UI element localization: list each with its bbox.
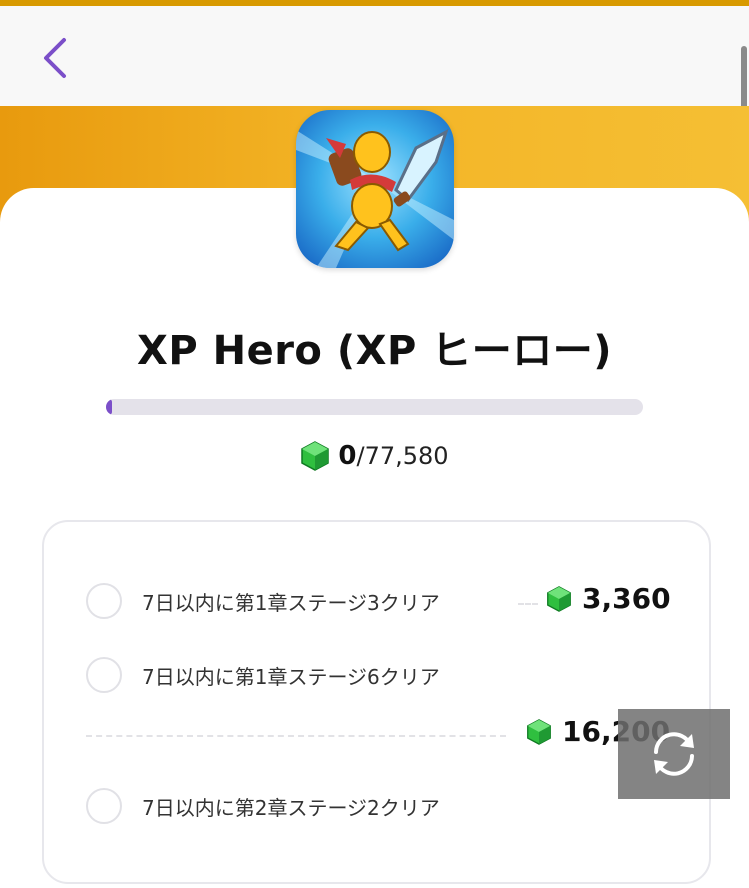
divider	[86, 735, 506, 737]
chevron-left-icon	[44, 38, 66, 78]
app-title: XP Hero (XP ヒーロー)	[137, 328, 612, 374]
gem-current: 0	[338, 441, 357, 471]
task-label: 7日以内に第2章ステージ2クリア	[142, 795, 440, 820]
task-item[interactable]: 7日以内に第1章ステージ6クリア	[86, 657, 440, 693]
progress-bar	[106, 399, 643, 415]
task-item[interactable]: 7日以内に第2章ステージ2クリア	[86, 788, 440, 824]
task-reward: 3,360	[546, 582, 671, 615]
nav-bar	[0, 6, 749, 106]
gem-total: 0 /77,580	[0, 436, 749, 476]
gem-icon	[547, 585, 571, 612]
task-checkbox[interactable]	[86, 788, 122, 824]
back-button[interactable]	[36, 32, 80, 84]
task-list-card: 7日以内に第1章ステージ3クリア 3,360 7日以内に第1章ステージ6クリア …	[42, 520, 711, 884]
gem-total-amount: /77,580	[356, 442, 449, 470]
task-checkbox[interactable]	[86, 583, 122, 619]
divider	[518, 603, 538, 605]
task-label: 7日以内に第1章ステージ6クリア	[142, 664, 440, 689]
refresh-button[interactable]	[618, 709, 730, 799]
refresh-icon	[654, 732, 694, 776]
task-item[interactable]: 7日以内に第1章ステージ3クリア	[86, 583, 440, 619]
reward-value: 3,360	[582, 582, 671, 615]
task-checkbox[interactable]	[86, 657, 122, 693]
gem-icon	[301, 441, 330, 471]
task-label: 7日以内に第1章ステージ3クリア	[142, 590, 440, 615]
gem-icon	[527, 718, 551, 745]
app-icon	[296, 110, 454, 268]
